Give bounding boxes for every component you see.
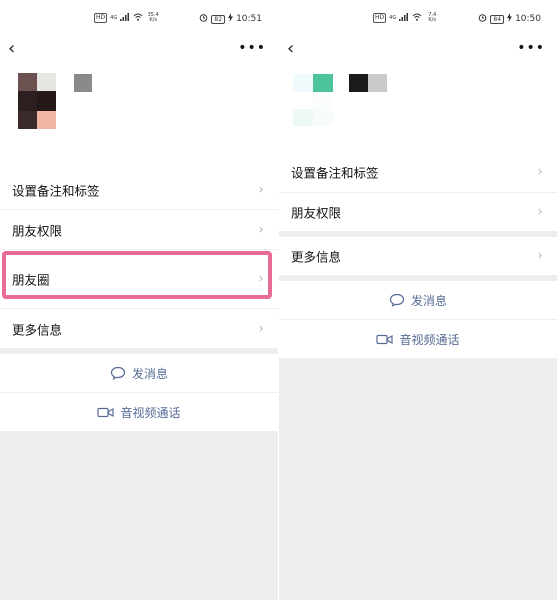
nav-bar: ‹ ••• [279, 38, 557, 62]
alarm-icon [199, 13, 208, 25]
signal-icon [120, 13, 130, 23]
row-more-info[interactable]: 更多信息 › [279, 237, 557, 275]
battery-icon: 82 [211, 14, 226, 24]
profile-screen-right: HD 4G 7.4 K/s 84 10:50 ‹ ••• 设置备注和标签 › 朋… [279, 0, 557, 600]
video-camera-icon [97, 407, 115, 418]
send-message-button[interactable]: 发消息 [0, 354, 278, 392]
wifi-icon [412, 13, 422, 23]
row-more-info[interactable]: 更多信息 › [0, 308, 278, 348]
video-call-button[interactable]: 音视频通话 [0, 392, 278, 431]
status-bar: HD 4G 35.4 K/s 82 10:51 [0, 12, 278, 28]
row-label: 朋友权限 [291, 205, 342, 221]
chat-bubble-icon [110, 366, 126, 380]
row-label: 朋友权限 [12, 223, 63, 238]
chevron-right-icon: › [536, 248, 544, 264]
charging-icon [228, 13, 234, 25]
send-message-label: 发消息 [410, 293, 447, 308]
nickname-block [74, 74, 92, 92]
back-icon[interactable]: ‹ [8, 38, 15, 60]
send-message-button[interactable]: 发消息 [279, 281, 557, 319]
charging-icon [507, 13, 513, 25]
chevron-right-icon: › [257, 321, 265, 336]
signal-icon [399, 13, 409, 23]
profile-screen-left: HD 4G 35.4 K/s 82 10:51 ‹ ••• 设置备注和标签 › … [0, 0, 278, 600]
status-time: 10:50 [515, 14, 541, 24]
alarm-icon [478, 13, 487, 25]
back-icon[interactable]: ‹ [287, 38, 294, 60]
signal-label: 4G [389, 15, 397, 21]
row-friend-permissions[interactable]: 朋友权限 › [0, 209, 278, 249]
chat-bubble-icon [389, 293, 405, 307]
hd-tag: HD [373, 13, 387, 23]
row-set-remark-and-tags[interactable]: 设置备注和标签 › [0, 170, 278, 209]
status-bar: HD 4G 7.4 K/s 84 10:50 [279, 12, 557, 28]
highlight-frame [2, 251, 272, 299]
send-message-label: 发消息 [131, 366, 168, 381]
battery-icon: 84 [490, 14, 505, 24]
video-call-label: 音视频通话 [399, 332, 460, 347]
more-options-icon[interactable]: ••• [517, 38, 545, 58]
video-call-button[interactable]: 音视频通话 [279, 319, 557, 358]
row-label: 设置备注和标签 [12, 183, 100, 198]
network-speed: 35.4 K/s [147, 12, 159, 23]
row-label: 更多信息 [12, 322, 63, 337]
row-friend-permissions[interactable]: 朋友权限 › [279, 192, 557, 231]
row-label: 更多信息 [291, 249, 342, 265]
row-set-remark-and-tags[interactable]: 设置备注和标签 › [279, 152, 557, 192]
row-label: 设置备注和标签 [291, 165, 379, 181]
avatar[interactable] [293, 74, 333, 126]
hd-tag: HD [94, 13, 108, 23]
more-options-icon[interactable]: ••• [238, 38, 266, 58]
status-time: 10:51 [236, 14, 262, 24]
video-call-label: 音视频通话 [120, 405, 181, 420]
avatar[interactable] [18, 73, 56, 129]
chevron-right-icon: › [536, 204, 544, 220]
chevron-right-icon: › [257, 182, 265, 197]
chevron-right-icon: › [536, 164, 544, 180]
video-camera-icon [376, 334, 394, 345]
chevron-right-icon: › [257, 222, 265, 237]
signal-label: 4G [110, 15, 118, 21]
wifi-icon [133, 13, 143, 23]
nickname-block [349, 74, 387, 92]
network-speed: 7.4 K/s [428, 12, 437, 23]
nav-bar: ‹ ••• [0, 38, 278, 62]
